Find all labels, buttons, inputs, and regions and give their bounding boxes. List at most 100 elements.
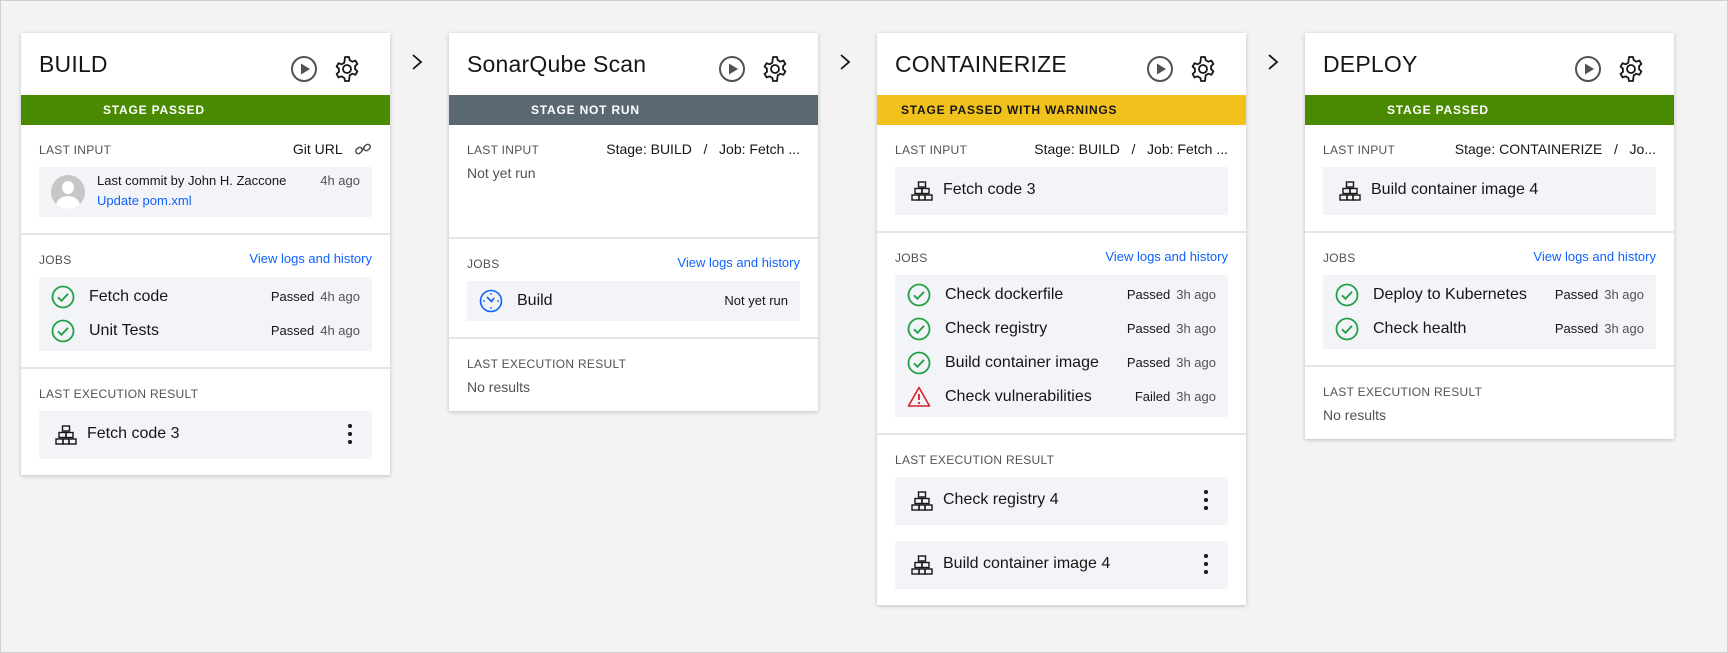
artifact-stack-icon [55,425,77,445]
play-icon[interactable] [289,54,319,84]
last-result-label: LAST EXECUTION RESULT [467,357,627,371]
play-icon[interactable] [717,54,747,84]
job-name: Check dockerfile [945,286,1064,303]
result-tile[interactable]: Check registry 4 [895,477,1228,525]
input-artifact-tile[interactable]: Build container image 4 [1323,167,1656,215]
job-time: 3h ago [1604,287,1644,302]
stage-title: CONTAINERIZE [895,51,1067,77]
check-circle-icon [51,319,75,343]
job-time: 3h ago [1176,287,1216,302]
stage-status-label: STAGE NOT RUN [531,103,640,117]
job-status: Passed 3h ago [1555,287,1644,302]
chevron-right-icon [1268,54,1279,70]
view-logs-link[interactable]: View logs and history [1533,247,1656,267]
job-row[interactable]: Check vulnerabilities Failed 3h ago [895,380,1228,414]
chevron-right-icon [412,54,423,70]
job-status-text: Passed [1554,321,1599,336]
view-logs-link[interactable]: View logs and history [249,249,372,269]
commit-tile: Last commit by John H. Zaccone 4h ago Up… [39,167,372,217]
stage-title: SonarQube Scan [467,51,647,77]
jobs-section: JOBS View logs and history Fetch code Pa… [21,235,390,369]
job-status: Passed 3h ago [1127,287,1216,302]
artifact-stack-icon [911,491,933,511]
input-artifact-name: Build container image 4 [1371,181,1539,198]
input-source: Stage: BUILD / Job: Fetch ... [1034,141,1228,157]
input-artifact-tile[interactable]: Fetch code 3 [895,167,1228,215]
play-icon[interactable] [1573,54,1603,84]
commit-author-text: Last commit by John H. Zaccone [97,173,287,188]
result-tile[interactable]: Fetch code 3 [39,411,372,459]
job-name: Deploy to Kubernetes [1373,286,1527,303]
job-status-text: Passed [270,323,315,338]
link-icon[interactable] [354,142,372,156]
job-status-text: Passed [1554,287,1599,302]
commit-message-link[interactable]: Update pom.xml [97,193,192,208]
overflow-menu-icon[interactable] [340,421,360,447]
stage-status-bar: STAGE PASSED [1305,95,1674,125]
input-artifact-name: Fetch code 3 [943,181,1036,198]
check-circle-icon [51,285,75,309]
warning-icon [907,386,931,407]
stage-header: CONTAINERIZE [877,33,1246,95]
stage-status-label: STAGE PASSED WITH WARNINGS [901,103,1118,117]
job-time: 4h ago [320,323,360,338]
commit-time: 4h ago [320,173,360,188]
job-status: Failed 3h ago [1135,389,1216,404]
job-row[interactable]: Deploy to Kubernetes Passed 3h ago [1323,278,1656,312]
gear-icon[interactable] [332,54,362,84]
jobs-section: JOBS View logs and history Deploy to Kub… [1305,233,1674,367]
chevron-right-icon [840,54,851,70]
job-row[interactable]: Check dockerfile Passed 3h ago [895,278,1228,312]
stage-card-deploy: DEPLOY STAGE PASSED LAST INPUT Stage: CO… [1305,33,1674,439]
last-result-section: LAST EXECUTION RESULT Check registry 4 B… [877,435,1246,605]
job-status: Passed 4h ago [271,323,360,338]
job-row[interactable]: Build Not yet run [467,284,800,318]
job-name: Unit Tests [89,322,159,339]
view-logs-link[interactable]: View logs and history [677,253,800,273]
artifact-stack-icon [911,555,933,575]
job-status-text: Passed [1126,321,1171,336]
job-row[interactable]: Check health Passed 3h ago [1323,312,1656,346]
stage-status-label: STAGE PASSED [103,103,205,117]
avatar [51,175,85,209]
last-input-section: LAST INPUT Git URL Last commit by John H… [21,125,390,235]
job-time: 3h ago [1176,321,1216,336]
view-logs-link[interactable]: View logs and history [1105,247,1228,267]
check-circle-icon [907,351,931,375]
job-name: Build [517,292,553,309]
stage-card-build: BUILD STAGE PASSED LAST INPUT Git URL La… [21,33,390,475]
jobs-list: Check dockerfile Passed 3h ago Check regi… [895,275,1228,417]
job-status-text: Passed [270,289,315,304]
job-row[interactable]: Unit Tests Passed 4h ago [39,314,372,348]
job-status: Passed 3h ago [1127,355,1216,370]
result-tile[interactable]: Build container image 4 [895,541,1228,589]
stage-title: BUILD [39,51,108,77]
job-name: Check health [1373,320,1467,337]
play-icon[interactable] [1145,54,1175,84]
stage-status-bar: STAGE PASSED [21,95,390,125]
job-name: Check registry [945,320,1048,337]
job-name: Fetch code [89,288,169,305]
job-row[interactable]: Fetch code Passed 4h ago [39,280,372,314]
last-result-label: LAST EXECUTION RESULT [1323,385,1483,399]
jobs-list: Build Not yet run [467,281,800,321]
gear-icon[interactable] [760,54,790,84]
last-input-section: LAST INPUT Stage: BUILD / Job: Fetch ...… [449,125,818,239]
result-text: No results [467,379,531,395]
jobs-section: JOBS View logs and history Check dockerf… [877,233,1246,435]
job-time: 3h ago [1176,355,1216,370]
overflow-menu-icon[interactable] [1196,551,1216,577]
job-status: Passed 3h ago [1555,321,1644,336]
gear-icon[interactable] [1616,54,1646,84]
job-row[interactable]: Build container image Passed 3h ago [895,346,1228,380]
overflow-menu-icon[interactable] [1196,487,1216,513]
result-name: Build container image 4 [943,555,1111,572]
job-time: 4h ago [320,289,360,304]
stage-header: DEPLOY [1305,33,1674,95]
stage-card-containerize: CONTAINERIZE STAGE PASSED WITH WARNINGS … [877,33,1246,605]
job-row[interactable]: Check registry Passed 3h ago [895,312,1228,346]
gear-icon[interactable] [1188,54,1218,84]
jobs-list: Deploy to Kubernetes Passed 3h ago Check … [1323,275,1656,349]
job-status: Passed 4h ago [271,289,360,304]
check-circle-icon [1335,283,1359,307]
